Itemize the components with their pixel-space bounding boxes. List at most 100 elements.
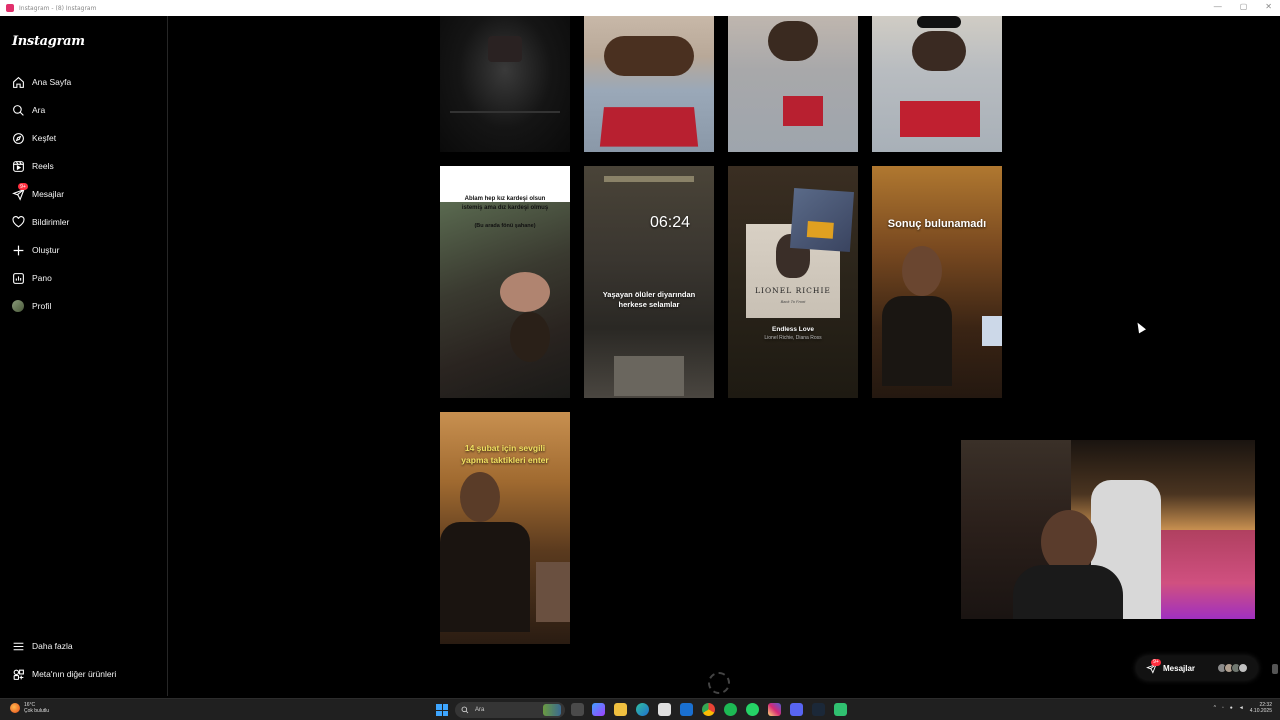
maximize-icon[interactable]: ▢ <box>1240 2 1248 11</box>
album-title: LIONEL RICHIE <box>755 286 831 295</box>
sidebar-item-reels[interactable]: Reels <box>10 155 160 177</box>
post-tile[interactable]: Ablam hep kız kardeşi olsun istemiş ama … <box>440 166 570 398</box>
minimize-icon[interactable]: — <box>1214 2 1222 11</box>
reels-icon <box>10 158 26 174</box>
instagram-app-icon <box>6 4 14 12</box>
heart-icon <box>10 214 26 230</box>
desk <box>536 562 570 622</box>
message-avatars <box>1217 663 1248 673</box>
instagram-logo[interactable]: Instagram <box>12 34 85 49</box>
levis-logo <box>599 107 699 147</box>
copilot-icon[interactable] <box>592 703 605 716</box>
sidebar-item-label: Ara <box>32 105 46 115</box>
meta-grid-icon <box>10 666 26 682</box>
post-caption: 14 şubat için sevgili yapma taktikleri e… <box>461 443 549 465</box>
network-icon[interactable]: ▫ <box>1222 705 1224 711</box>
messages-pill-label: Mesajlar <box>1163 663 1196 673</box>
task-view-icon[interactable] <box>571 703 584 716</box>
sidebar-item-explore[interactable]: Keşfet <box>10 127 160 149</box>
sticker-shirt <box>806 221 834 239</box>
post-tile[interactable] <box>440 16 570 152</box>
post-caption-line3: (Bu arada fönü şahane) <box>474 223 536 229</box>
sidebar-item-search[interactable]: Ara <box>10 99 160 121</box>
mic-icon[interactable]: ● <box>1230 705 1233 711</box>
windows-start-icon[interactable] <box>436 704 448 716</box>
stage-figure <box>488 36 522 62</box>
led-wall <box>1161 530 1255 619</box>
beard <box>510 312 550 362</box>
avatar <box>1238 663 1248 673</box>
sidebar-item-profile[interactable]: Profil <box>10 295 160 317</box>
post-tile[interactable] <box>872 16 1002 152</box>
whatsapp-icon[interactable] <box>746 703 759 716</box>
levis-logo <box>900 101 980 137</box>
sidebar-item-label: Bildirimler <box>32 217 70 227</box>
bus-floor <box>614 356 684 396</box>
search-icon <box>10 102 26 118</box>
post-caption: Sonuç bulunamadı <box>887 218 987 230</box>
post-tile[interactable] <box>728 16 858 152</box>
post-tile[interactable]: 14 şubat için sevgili yapma taktikleri e… <box>440 412 570 644</box>
sidebar-item-label: Reels <box>32 161 54 171</box>
post-caption-line2: istemiş ama dız kardeşi olmuş <box>461 205 549 211</box>
chrome-icon[interactable] <box>702 703 715 716</box>
messenger-icon: 9+ <box>1146 658 1161 674</box>
window-titlebar: Instagram - (8) Instagram — ▢ ✕ <box>0 0 1280 16</box>
beard-filter <box>604 36 694 76</box>
post-tile[interactable]: Sonuç bulunamadı <box>872 166 1002 398</box>
sidebar-item-label: Keşfet <box>32 133 57 143</box>
person-head <box>460 472 500 522</box>
sidebar-item-messages[interactable]: 9+ Mesajlar <box>10 183 160 205</box>
sidebar-item-label: Ana Sayfa <box>32 77 72 87</box>
taskbar-clock[interactable]: 22:32 4.10.2025 <box>1250 702 1272 714</box>
spotify-icon[interactable] <box>724 703 737 716</box>
messages-badge: 9+ <box>18 183 28 190</box>
store-icon[interactable] <box>658 703 671 716</box>
sidebar-item-label: Profil <box>32 301 52 311</box>
sidebar-item-label: Meta'nın diğer ürünleri <box>32 669 117 679</box>
weather-desc: Çok bulutlu <box>24 708 50 714</box>
post-time: 06:24 <box>650 214 691 231</box>
sidebar-item-notifications[interactable]: Bildirimler <box>10 211 160 233</box>
messages-pill-badge: 9+ <box>1151 658 1161 666</box>
post-tile[interactable]: 06:24 Yaşayan ölüler diyarından herkese … <box>584 166 714 398</box>
system-tray: ^ ▫ ● ◄ 22:32 4.10.2025 <box>1214 702 1272 714</box>
bus-ceiling-light <box>604 176 694 182</box>
sidebar-item-meta-products[interactable]: Meta'nın diğer ürünleri <box>10 663 160 685</box>
menu-icon <box>10 638 26 654</box>
levis-logo <box>783 96 823 126</box>
post-tile[interactable]: LIONEL RICHIE Back To Front Endless Love… <box>728 166 858 398</box>
face <box>500 272 550 312</box>
post-tile[interactable] <box>584 16 714 152</box>
chevron-up-icon[interactable]: ^ <box>1214 705 1216 711</box>
outlook-icon[interactable] <box>680 703 693 716</box>
steam-icon[interactable] <box>812 703 825 716</box>
edge-icon[interactable] <box>636 703 649 716</box>
streamer-body <box>1013 565 1123 619</box>
sidebar-item-create[interactable]: Oluştur <box>10 239 160 261</box>
file-explorer-icon[interactable] <box>614 703 627 716</box>
person-body <box>440 522 530 632</box>
mouse-cursor-icon <box>1134 320 1146 334</box>
selfie-photo <box>440 202 570 398</box>
scrollbar-down-button[interactable] <box>1272 664 1278 674</box>
sidebar-item-more[interactable]: Daha fazla <box>10 635 160 657</box>
messages-pill-button[interactable]: 9+ Mesajlar <box>1136 656 1258 680</box>
clock-date: 4.10.2025 <box>1249 708 1272 714</box>
close-icon[interactable]: ✕ <box>1265 2 1272 11</box>
home-icon <box>10 74 26 90</box>
sidebar-item-dashboard[interactable]: Pano <box>10 267 160 289</box>
taskbar-search[interactable]: Ara <box>455 702 565 718</box>
volume-icon[interactable]: ◄ <box>1239 705 1244 711</box>
app-icon[interactable] <box>834 703 847 716</box>
windows-taskbar: 16°C Çok bulutlu Ara ^ ▫ ● ◄ 22:32 4.10.… <box>0 698 1280 720</box>
song-artist: Lionel Richie, Diana Ross <box>764 335 822 341</box>
weather-widget[interactable]: 16°C Çok bulutlu <box>10 702 49 714</box>
instagram-taskbar-icon[interactable] <box>768 703 781 716</box>
sidebar-item-home[interactable]: Ana Sayfa <box>10 71 160 93</box>
discord-icon[interactable] <box>790 703 803 716</box>
dashboard-icon <box>10 270 26 286</box>
post-caption: Yaşayan ölüler diyarından herkese selaml… <box>602 290 696 309</box>
avatar-icon <box>10 298 26 314</box>
sidebar-item-label: Oluştur <box>32 245 60 255</box>
